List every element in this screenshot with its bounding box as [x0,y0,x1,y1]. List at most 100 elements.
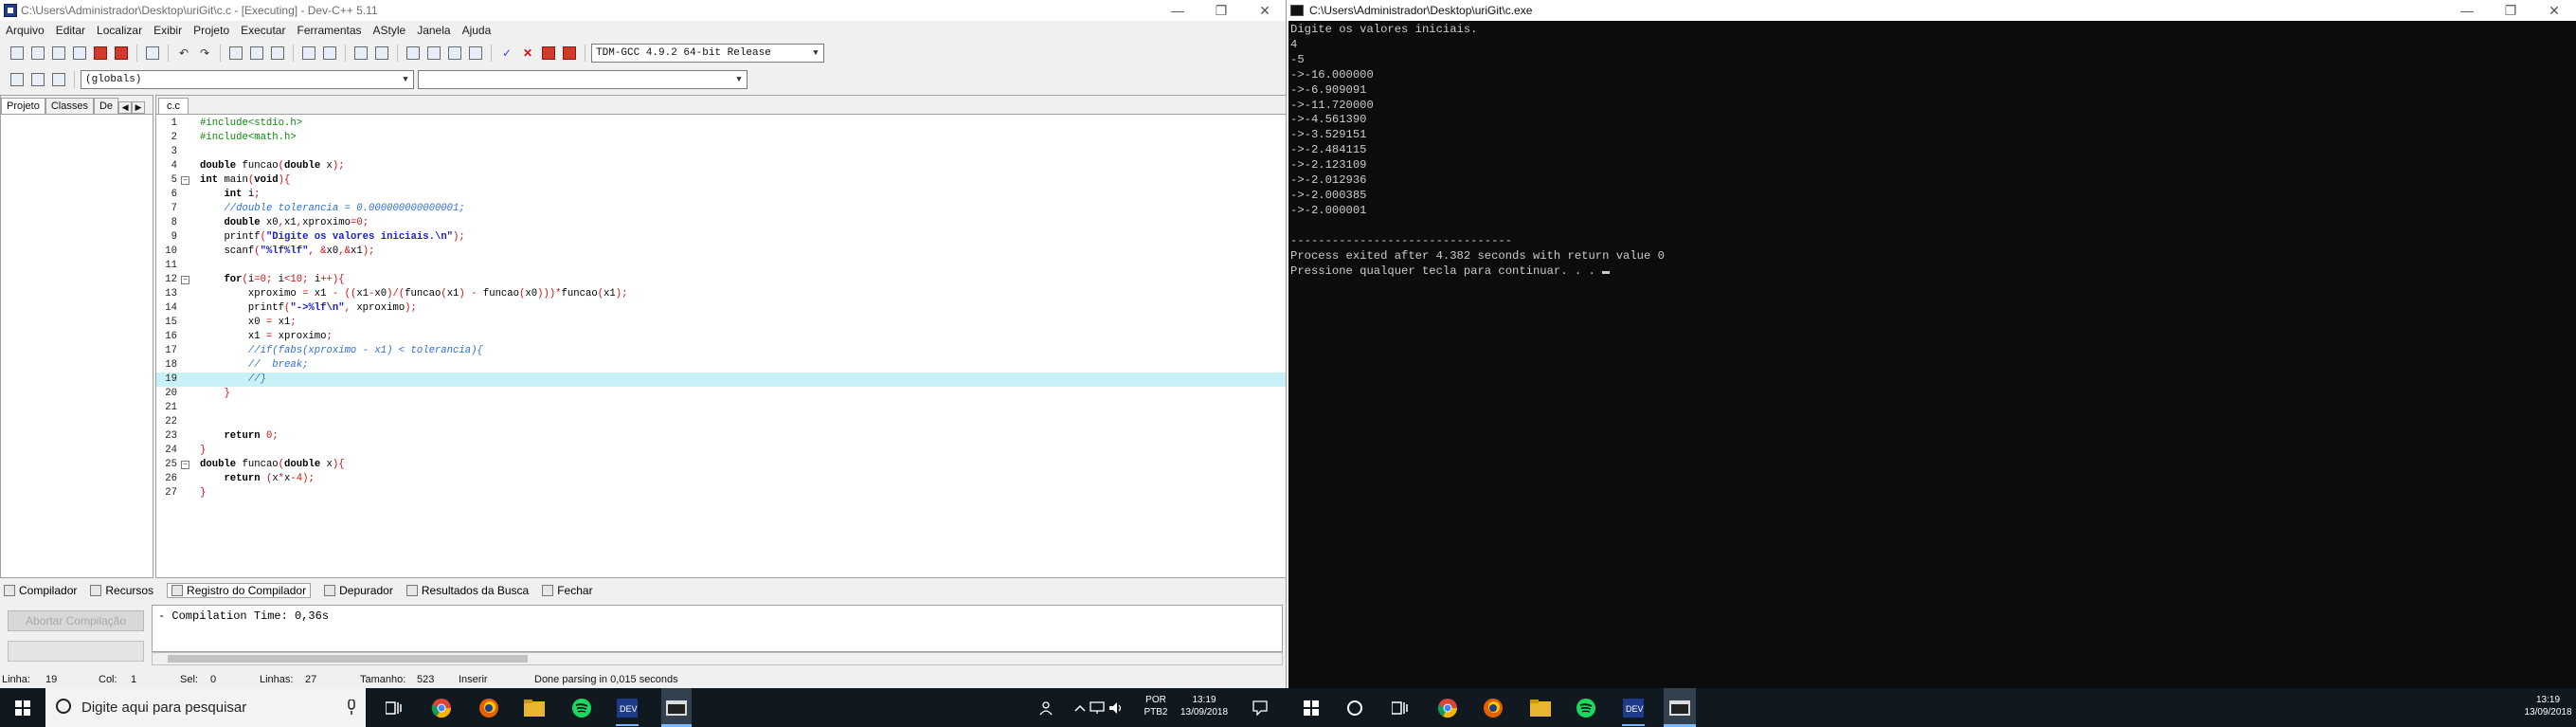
project-new-icon[interactable] [299,44,318,63]
window-layout-icon[interactable] [424,44,443,63]
console-icon[interactable] [1664,688,1696,727]
chrome-icon[interactable] [1436,697,1459,719]
menu-executar[interactable]: Executar [235,24,291,37]
console-minimize-button[interactable]: — [2445,0,2489,21]
code-line[interactable]: 9 printf("Digite os valores iniciais.\n"… [156,230,1286,245]
microphone-icon[interactable] [347,699,356,718]
input-language[interactable]: POR PTB2 [1137,694,1175,718]
save-all-icon[interactable] [70,44,89,63]
menu-localizar[interactable]: Localizar [91,24,148,37]
menu-astyle[interactable]: AStyle [368,24,412,37]
maximize-button[interactable]: ❐ [1199,0,1243,21]
save-icon[interactable] [49,44,68,63]
debug-icon[interactable] [560,44,579,63]
fold-toggle-icon[interactable]: − [181,461,189,469]
tab-scroll-left-icon[interactable]: ◀ [118,101,133,114]
compiler-select[interactable]: TDM-GCC 4.9.2 64-bit Release ▼ [591,44,824,63]
windows-start-icon[interactable] [1300,697,1323,719]
code-line[interactable]: 11 [156,259,1286,273]
tab-resultados-busca[interactable]: Resultados da Busca [405,584,529,597]
redo-icon[interactable]: ↷ [195,44,214,63]
code-line[interactable]: 20 } [156,387,1286,401]
code-line[interactable]: 13 xproximo = x1 - ((x1-x0)/(funcao(x1) … [156,287,1286,301]
file-explorer-icon[interactable] [1529,697,1552,719]
tab-scroll-right-icon[interactable]: ▶ [132,101,146,114]
task-view-icon[interactable] [1389,697,1412,719]
find-icon[interactable] [226,44,245,63]
member-select[interactable]: ▼ [418,70,748,89]
code-line[interactable]: 7 //double tolerancia = 0.00000000000000… [156,202,1286,216]
close-all-icon[interactable] [112,44,131,63]
code-line[interactable]: 14 printf("->%lf\n", xproximo); [156,301,1286,316]
tab-recursos[interactable]: Recursos [90,584,153,597]
menu-editar[interactable]: Editar [50,24,91,37]
code-line[interactable]: 2 #include<math.h> [156,131,1286,145]
code-line[interactable]: 10 scanf("%lf%lf", &x0,&x1); [156,245,1286,259]
console-icon[interactable] [661,688,692,727]
tab-registro-compilador[interactable]: Registro do Compilador [167,583,312,598]
scrollbar-thumb[interactable] [168,655,528,663]
class-insert-icon[interactable] [8,70,27,89]
code-line[interactable]: 26 return (x*x-4); [156,472,1286,486]
menu-exibir[interactable]: Exibir [148,24,188,37]
grid-icon[interactable] [445,44,464,63]
goto-line-icon[interactable] [268,44,287,63]
minimize-button[interactable]: — [1156,0,1199,21]
clock-right[interactable]: 13:19 13/09/2018 [2520,694,2576,718]
code-line[interactable]: 4 double funcao(double x); [156,159,1286,173]
tab-debug[interactable]: De [93,98,119,114]
clock[interactable]: 13:19 13/09/2018 [1175,694,1234,718]
code-editor[interactable]: c.c 1 #include<stdio.h> 2 #include<math.h> 3… [155,95,1287,578]
profile-icon[interactable] [539,44,558,63]
code-line[interactable]: 23 return 0; [156,429,1286,444]
devcpp-icon[interactable]: DEV [616,697,639,719]
code-line[interactable]: 1 #include<stdio.h> [156,117,1286,131]
menu-ajuda[interactable]: Ajuda [457,24,497,37]
undo-icon[interactable]: ↶ [174,44,193,63]
search-input[interactable]: Digite aqui para pesquisar [45,688,366,727]
compile-log[interactable]: - Compilation Time: 0,36s [152,605,1283,652]
open-file-icon[interactable] [28,44,47,63]
code-line[interactable]: 17 //if(fabs(xproximo - x1) < tolerancia… [156,344,1286,358]
abort-compilation-button[interactable]: Abortar Compilação [8,610,144,631]
spotify-icon[interactable] [1575,697,1597,719]
print-icon[interactable] [143,44,162,63]
tab-projeto[interactable]: Projeto [1,98,45,114]
console-close-button[interactable]: ✕ [2532,0,2576,21]
spotify-icon[interactable] [570,697,593,719]
scope-select[interactable]: (globals) ▼ [81,70,414,89]
check-syntax-icon[interactable]: ✓ [497,44,516,63]
replace-icon[interactable] [247,44,266,63]
tab-classes[interactable]: Classes [45,98,94,114]
toggle-bookmark-icon[interactable] [404,44,423,63]
code-line[interactable]: 22 [156,415,1286,429]
code-line[interactable]: 6 int i; [156,188,1286,202]
code-line[interactable]: 15 x0 = x1; [156,316,1286,330]
notification-icon[interactable] [1249,697,1271,719]
close-button[interactable]: ✕ [1243,0,1287,21]
tab-c-c[interactable]: c.c [158,98,189,114]
project-add-icon[interactable] [320,44,339,63]
menu-ferramentas[interactable]: Ferramentas [291,24,367,37]
menu-janela[interactable]: Janela [411,24,456,37]
chrome-icon[interactable] [430,697,453,719]
fold-toggle-icon[interactable]: − [181,276,189,284]
code-line[interactable]: 18 // break; [156,358,1286,373]
class-info-icon[interactable] [49,70,68,89]
code-line[interactable]: 8 double x0,x1,xproximo=0; [156,216,1286,230]
devcpp-icon[interactable]: DEV [1622,697,1645,719]
windows-start-icon[interactable] [11,697,34,719]
firefox-icon[interactable] [477,697,500,719]
tab-depurador[interactable]: Depurador [324,584,393,597]
indent-icon[interactable] [351,44,370,63]
horizontal-scrollbar[interactable] [152,652,1283,665]
grid-four-icon[interactable] [466,44,485,63]
cortana-icon[interactable] [1343,697,1366,719]
code-line[interactable]: 19 //} [156,373,1286,387]
console-window[interactable]: C:\Users\Administrador\Desktop\uriGit\c.… [1288,0,2576,688]
task-view-icon[interactable] [383,697,405,719]
code-line[interactable]: 5− int main(void){ [156,173,1286,188]
code-line[interactable]: 24} [156,444,1286,458]
code-line[interactable]: 16 x1 = xproximo; [156,330,1286,344]
people-icon[interactable] [1035,697,1057,719]
